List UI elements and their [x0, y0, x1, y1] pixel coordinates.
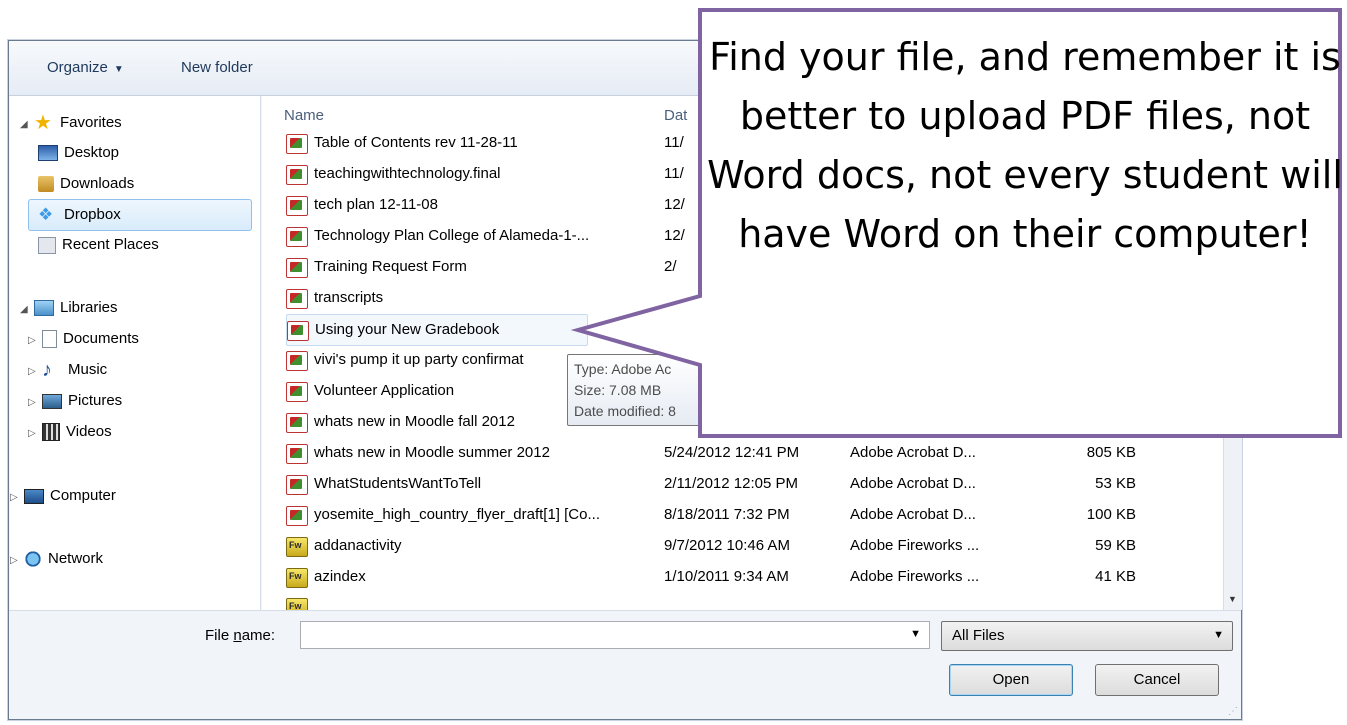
callout-text: Find your file, and remember it is bette… [707, 35, 1343, 256]
